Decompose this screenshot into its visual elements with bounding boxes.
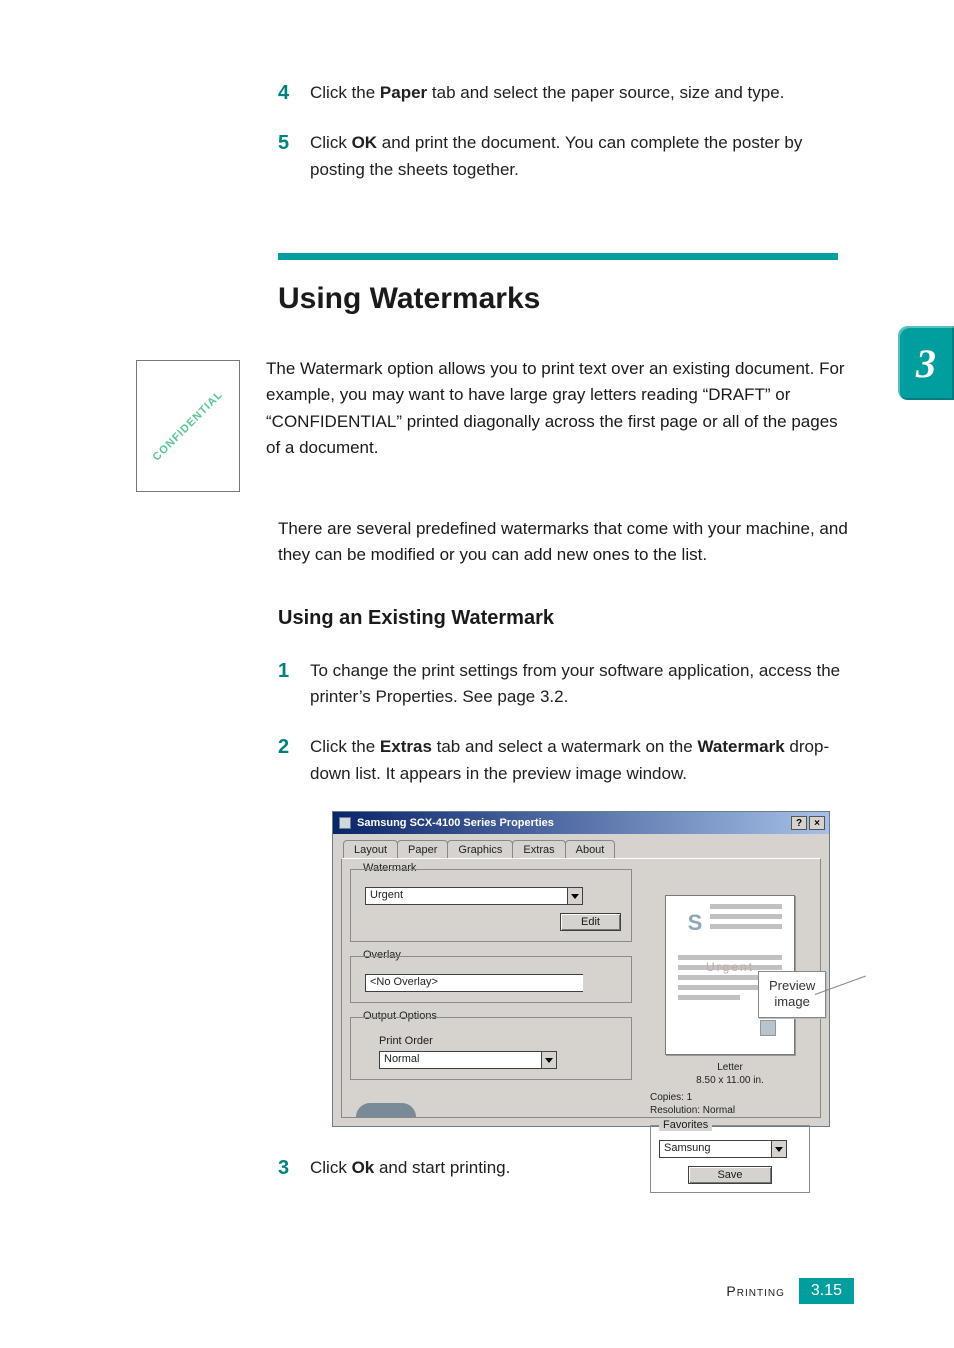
step-1-text: To change the print settings from your s… (310, 658, 854, 711)
favorites-group: Samsung Save (650, 1125, 810, 1193)
step-3-text: Click Ok and start printing. (310, 1155, 510, 1181)
properties-dialog: Samsung SCX-4100 Series Properties ? × L… (332, 811, 830, 1127)
chevron-down-icon[interactable] (541, 1051, 557, 1069)
preview-corner-icon (760, 1020, 776, 1036)
chevron-down-icon[interactable] (567, 887, 583, 905)
print-order-dropdown[interactable]: Normal (379, 1051, 541, 1069)
brand-footer-shape (356, 1103, 416, 1117)
chapter-tab: 3 (898, 326, 954, 400)
copies-text: Copies: 1 (650, 1091, 810, 1104)
step-number-1: 1 (278, 658, 310, 684)
step-number-3: 3 (278, 1155, 310, 1181)
paper-name: Letter (650, 1061, 810, 1074)
thumbnail-watermark-text: CONFIDENTIAL (151, 389, 226, 464)
footer-page-number: 3.15 (799, 1278, 854, 1304)
watermark-thumbnail: CONFIDENTIAL (136, 360, 240, 492)
step-5-text: Click OK and print the document. You can… (310, 130, 854, 183)
printer-icon (339, 817, 351, 829)
intro-paragraph-1: The Watermark option allows you to print… (266, 356, 846, 461)
section-rule (278, 253, 838, 260)
edit-button[interactable]: Edit (560, 913, 621, 931)
step-number-4: 4 (278, 80, 310, 106)
tab-graphics[interactable]: Graphics (447, 840, 513, 858)
close-button[interactable]: × (809, 816, 825, 830)
print-order-label: Print Order (365, 1035, 621, 1047)
preview-callout: Previewimage (758, 971, 826, 1018)
intro-paragraph-2: There are several predefined watermarks … (278, 516, 848, 569)
samsung-s-icon: S (684, 910, 706, 934)
favorites-dropdown[interactable]: Samsung (659, 1140, 771, 1158)
step-2-text: Click the Extras tab and select a waterm… (310, 734, 854, 787)
step-number-2: 2 (278, 734, 310, 760)
tab-about[interactable]: About (565, 840, 616, 858)
dialog-title: Samsung SCX-4100 Series Properties (357, 817, 554, 829)
step-4-text: Click the Paper tab and select the paper… (310, 80, 784, 106)
save-button[interactable]: Save (688, 1166, 771, 1184)
paper-dimensions: 8.50 x 11.00 in. (650, 1074, 810, 1087)
watermark-group: Urgent Edit (350, 869, 632, 942)
tab-extras[interactable]: Extras (512, 840, 565, 858)
step-number-5: 5 (278, 130, 310, 156)
help-button[interactable]: ? (791, 816, 807, 830)
tab-paper[interactable]: Paper (397, 840, 448, 858)
tab-layout[interactable]: Layout (343, 840, 398, 858)
output-options-group: Print Order Normal (350, 1017, 632, 1080)
footer-section-name: Printing (726, 1283, 784, 1299)
subsection-title: Using an Existing Watermark (278, 607, 854, 630)
section-title: Using Watermarks (278, 282, 854, 316)
resolution-text: Resolution: Normal (650, 1104, 810, 1117)
chevron-down-icon[interactable] (771, 1140, 787, 1158)
overlay-group: <No Overlay> (350, 956, 632, 1003)
watermark-dropdown[interactable]: Urgent (365, 887, 567, 905)
overlay-dropdown[interactable]: <No Overlay> (365, 974, 583, 992)
